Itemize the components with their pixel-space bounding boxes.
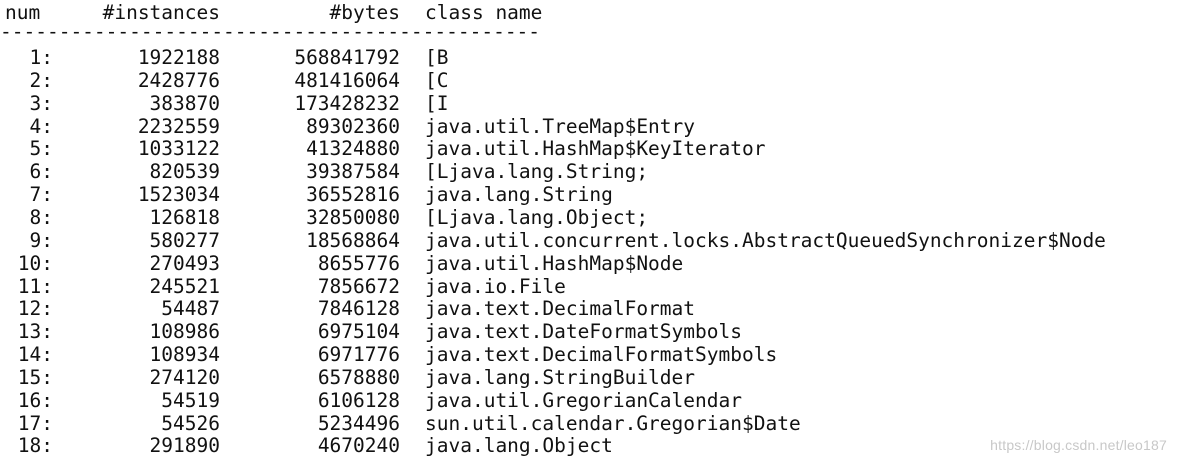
row-bytes: 41324880 — [306, 137, 400, 161]
row-class-name: [Ljava.lang.Object; — [425, 205, 649, 229]
row-num: 2: — [29, 68, 53, 92]
header-bytes: #bytes — [329, 1, 400, 24]
row-class-name: sun.util.calendar.Gregorian$Date — [425, 411, 801, 435]
row-num: 13: — [17, 320, 53, 344]
row-instances: 54519 — [161, 388, 220, 412]
row-class-name: java.lang.Object — [425, 434, 613, 458]
row-class-name: [I — [425, 91, 449, 115]
row-num: 17: — [17, 411, 53, 435]
row-num: 12: — [17, 297, 53, 321]
row-instances: 1523034 — [137, 183, 220, 207]
row-instances: 274120 — [149, 365, 220, 389]
row-num: 6: — [29, 160, 53, 184]
row-class-name: java.lang.String — [425, 183, 613, 207]
header-class-name: class name — [425, 1, 543, 24]
row-instances: 820539 — [149, 160, 220, 184]
row-instances: 2428776 — [137, 68, 220, 92]
row-bytes: 7846128 — [317, 297, 400, 321]
row-instances: 383870 — [149, 91, 220, 115]
row-bytes: 7856672 — [317, 274, 400, 298]
row-bytes: 4670240 — [317, 434, 400, 458]
row-num: 15: — [17, 365, 53, 389]
row-class-name: java.text.DecimalFormat — [425, 297, 696, 321]
row-instances: 54487 — [161, 297, 220, 321]
row-class-name: [B — [425, 46, 449, 69]
row-bytes: 36552816 — [306, 183, 400, 207]
row-instances: 108986 — [149, 320, 220, 344]
row-bytes: 89302360 — [306, 114, 400, 138]
row-instances: 291890 — [149, 434, 220, 458]
row-class-name: [C — [425, 68, 449, 92]
row-instances: 108934 — [149, 343, 220, 367]
row-bytes: 32850080 — [306, 205, 400, 229]
row-instances: 1033122 — [137, 137, 220, 161]
row-instances: 2232559 — [137, 114, 220, 138]
row-instances: 126818 — [149, 205, 220, 229]
histogram-header: num #instances #bytes class name — [0, 1, 542, 24]
row-class-name: java.text.DecimalFormatSymbols — [425, 343, 778, 367]
row-instances: 580277 — [149, 228, 220, 252]
row-bytes: 6106128 — [317, 388, 400, 412]
header-separator: ----------------------------------------… — [0, 22, 541, 42]
row-instances: 270493 — [149, 251, 220, 275]
row-num: 5: — [29, 137, 53, 161]
header-num: num — [5, 1, 41, 24]
row-class-name: java.util.HashMap$Node — [425, 251, 684, 275]
row-num: 18: — [17, 434, 53, 458]
row-num: 14: — [17, 343, 53, 367]
row-num: 10: — [17, 251, 53, 275]
row-class-name: java.lang.StringBuilder — [425, 365, 696, 389]
header-instances: #instances — [102, 1, 220, 24]
row-bytes: 18568864 — [306, 228, 400, 252]
row-bytes: 6975104 — [317, 320, 400, 344]
row-bytes: 481416064 — [294, 68, 400, 92]
row-num: 8: — [29, 205, 53, 229]
row-class-name: java.util.HashMap$KeyIterator — [425, 137, 766, 161]
row-class-name: java.util.concurrent.locks.AbstractQueue… — [425, 228, 1106, 252]
row-bytes: 173428232 — [294, 91, 400, 115]
row-bytes: 8655776 — [317, 251, 400, 275]
row-num: 4: — [29, 114, 53, 138]
row-bytes: 568841792 — [294, 46, 400, 69]
row-class-name: java.text.DateFormatSymbols — [425, 320, 742, 344]
row-instances: 54526 — [161, 411, 220, 435]
row-num: 1: — [29, 46, 53, 69]
row-class-name: java.util.GregorianCalendar — [425, 388, 742, 412]
row-bytes: 6971776 — [317, 343, 400, 367]
row-num: 7: — [29, 183, 53, 207]
row-num: 16: — [17, 388, 53, 412]
row-num: 9: — [29, 228, 53, 252]
watermark: https://blog.csdn.net/leo187 — [990, 437, 1167, 453]
row-bytes: 6578880 — [317, 365, 400, 389]
row-instances: 245521 — [149, 274, 220, 298]
row-num: 3: — [29, 91, 53, 115]
row-class-name: java.io.File — [425, 274, 566, 298]
row-bytes: 39387584 — [306, 160, 400, 184]
row-class-name: [Ljava.lang.String; — [425, 160, 649, 184]
row-instances: 1922188 — [137, 46, 220, 69]
class-histogram-output: num #instances #bytes class name -------… — [0, 0, 1177, 463]
row-bytes: 5234496 — [317, 411, 400, 435]
row-class-name: java.util.TreeMap$Entry — [425, 114, 696, 138]
row-num: 11: — [17, 274, 53, 298]
